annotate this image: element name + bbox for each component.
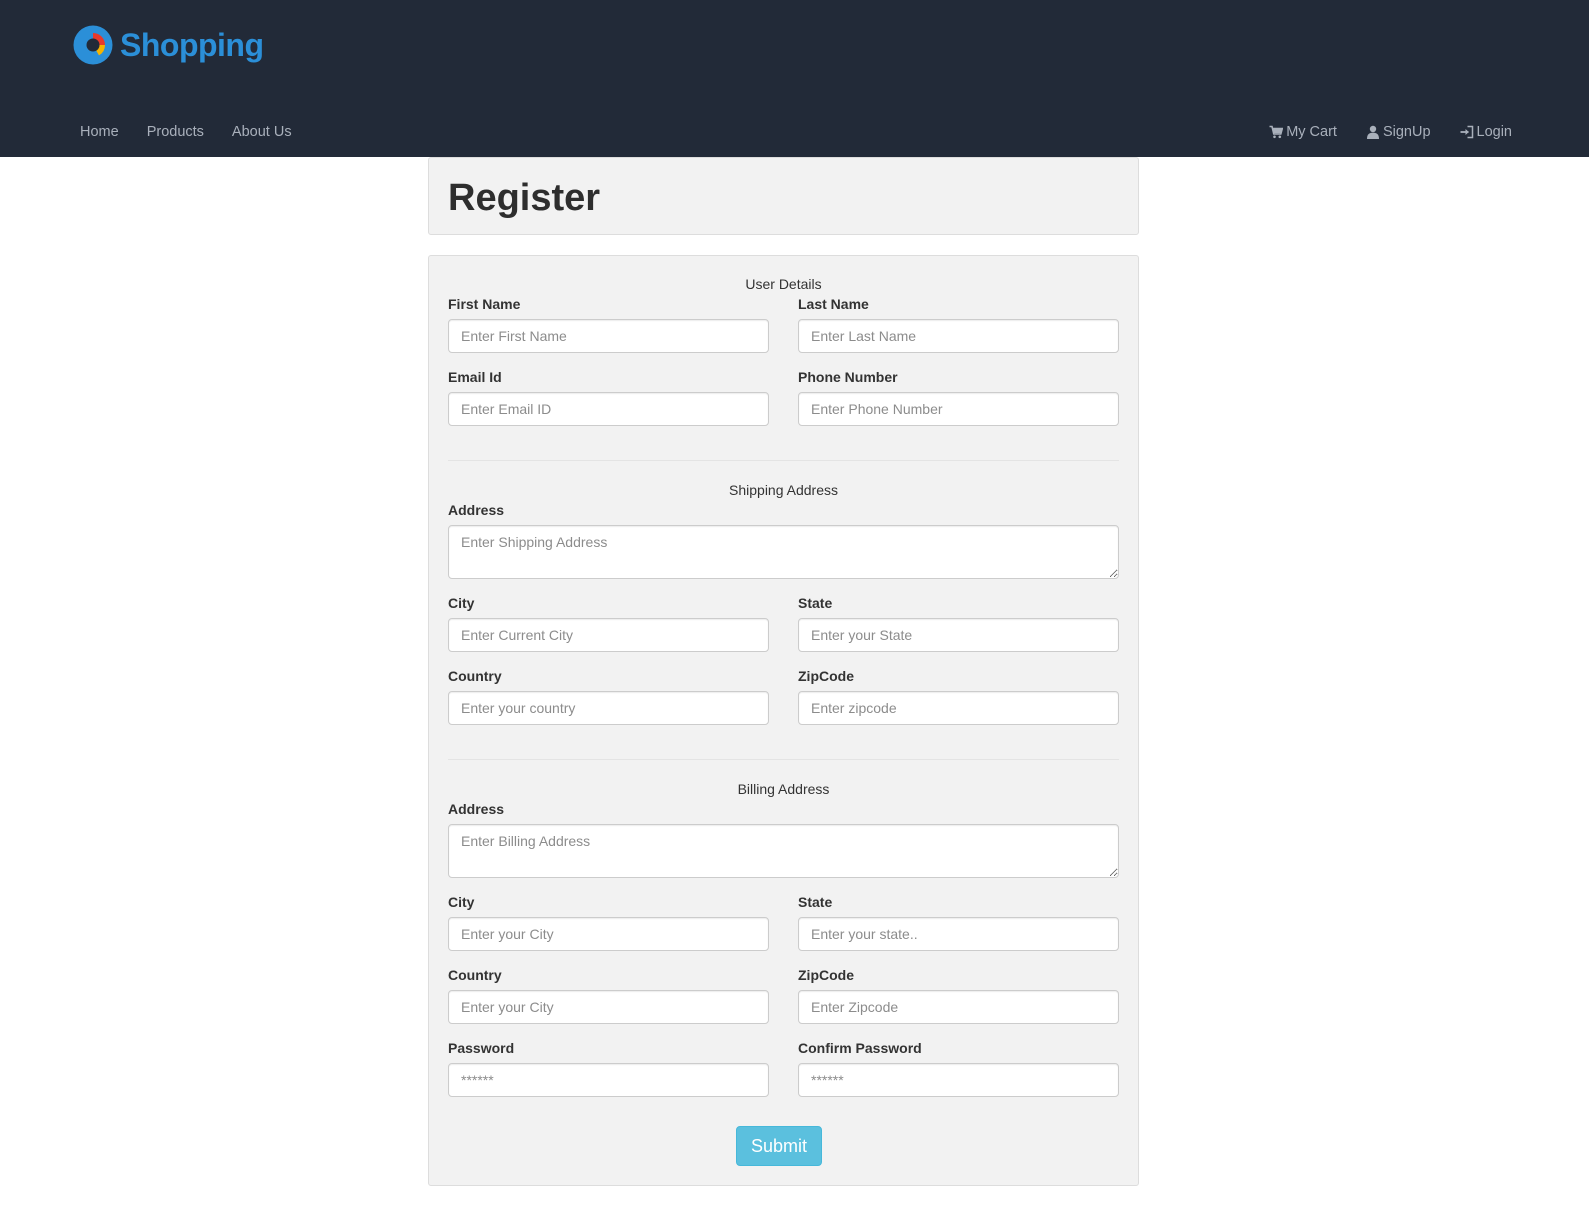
nav-login-link[interactable]: Login bbox=[1431, 124, 1512, 140]
billing-state-input[interactable] bbox=[798, 917, 1119, 951]
nav-about-link[interactable]: About Us bbox=[218, 124, 306, 140]
nav-products-link[interactable]: Products bbox=[133, 124, 218, 140]
shipping-address-label: Address bbox=[448, 502, 505, 518]
billing-country-input[interactable] bbox=[448, 990, 769, 1024]
nav-my-cart-label: My Cart bbox=[1286, 124, 1337, 140]
shipping-country-input[interactable] bbox=[448, 691, 769, 725]
email-label: Email Id bbox=[448, 369, 502, 385]
shipping-city-input[interactable] bbox=[448, 618, 769, 652]
nav-signup-link[interactable]: SignUp bbox=[1337, 124, 1431, 140]
phone-input[interactable] bbox=[798, 392, 1119, 426]
billing-state-label: State bbox=[798, 894, 833, 910]
submit-button[interactable]: Submit bbox=[736, 1126, 822, 1166]
billing-city-label: City bbox=[448, 894, 475, 910]
last-name-label: Last Name bbox=[798, 296, 869, 312]
login-icon bbox=[1460, 125, 1474, 139]
primary-nav: Home Products About Us bbox=[66, 118, 306, 146]
brand[interactable]: Shopping bbox=[72, 24, 264, 66]
billing-zipcode-label: ZipCode bbox=[798, 967, 854, 983]
brand-name: Shopping bbox=[120, 26, 264, 63]
phone-label: Phone Number bbox=[798, 369, 898, 385]
nav-login-label: Login bbox=[1476, 124, 1512, 140]
password-label: Password bbox=[448, 1040, 515, 1056]
billing-address-label: Address bbox=[448, 801, 505, 817]
user-details-legend: User Details bbox=[745, 276, 822, 292]
nav-home-link[interactable]: Home bbox=[66, 124, 133, 140]
nav-signup-label: SignUp bbox=[1382, 124, 1431, 140]
top-navbar: Shopping Home Products About Us My Cart … bbox=[0, 0, 1589, 157]
shipping-state-label: State bbox=[798, 595, 833, 611]
shipping-zipcode-label: ZipCode bbox=[798, 668, 854, 684]
shipping-city-label: City bbox=[448, 595, 475, 611]
cart-icon bbox=[1269, 125, 1284, 139]
billing-city-input[interactable] bbox=[448, 917, 769, 951]
shipping-country-label: Country bbox=[448, 668, 502, 684]
account-nav: My Cart SignUp Login bbox=[1240, 118, 1512, 146]
register-form: User Details First Name Last Name Email … bbox=[428, 255, 1139, 1186]
shipping-state-input[interactable] bbox=[798, 618, 1119, 652]
confirm-password-input[interactable] bbox=[798, 1063, 1119, 1097]
billing-country-label: Country bbox=[448, 967, 502, 983]
shipping-address-textarea[interactable] bbox=[448, 525, 1119, 579]
billing-zipcode-input[interactable] bbox=[798, 990, 1119, 1024]
nav-my-cart-link[interactable]: My Cart bbox=[1240, 124, 1337, 140]
email-input[interactable] bbox=[448, 392, 769, 426]
shipping-zipcode-input[interactable] bbox=[798, 691, 1119, 725]
last-name-input[interactable] bbox=[798, 319, 1119, 353]
page-title: Register bbox=[448, 177, 601, 219]
user-icon bbox=[1366, 125, 1380, 139]
title-panel: Register bbox=[428, 157, 1139, 235]
shopping-logo-icon bbox=[72, 24, 116, 66]
billing-address-textarea[interactable] bbox=[448, 824, 1119, 878]
confirm-password-label: Confirm Password bbox=[798, 1040, 922, 1056]
section-divider bbox=[448, 759, 1119, 760]
section-divider bbox=[448, 460, 1119, 461]
shipping-address-legend: Shipping Address bbox=[729, 482, 838, 498]
billing-address-legend: Billing Address bbox=[737, 781, 830, 797]
first-name-label: First Name bbox=[448, 296, 521, 312]
first-name-input[interactable] bbox=[448, 319, 769, 353]
password-input[interactable] bbox=[448, 1063, 769, 1097]
